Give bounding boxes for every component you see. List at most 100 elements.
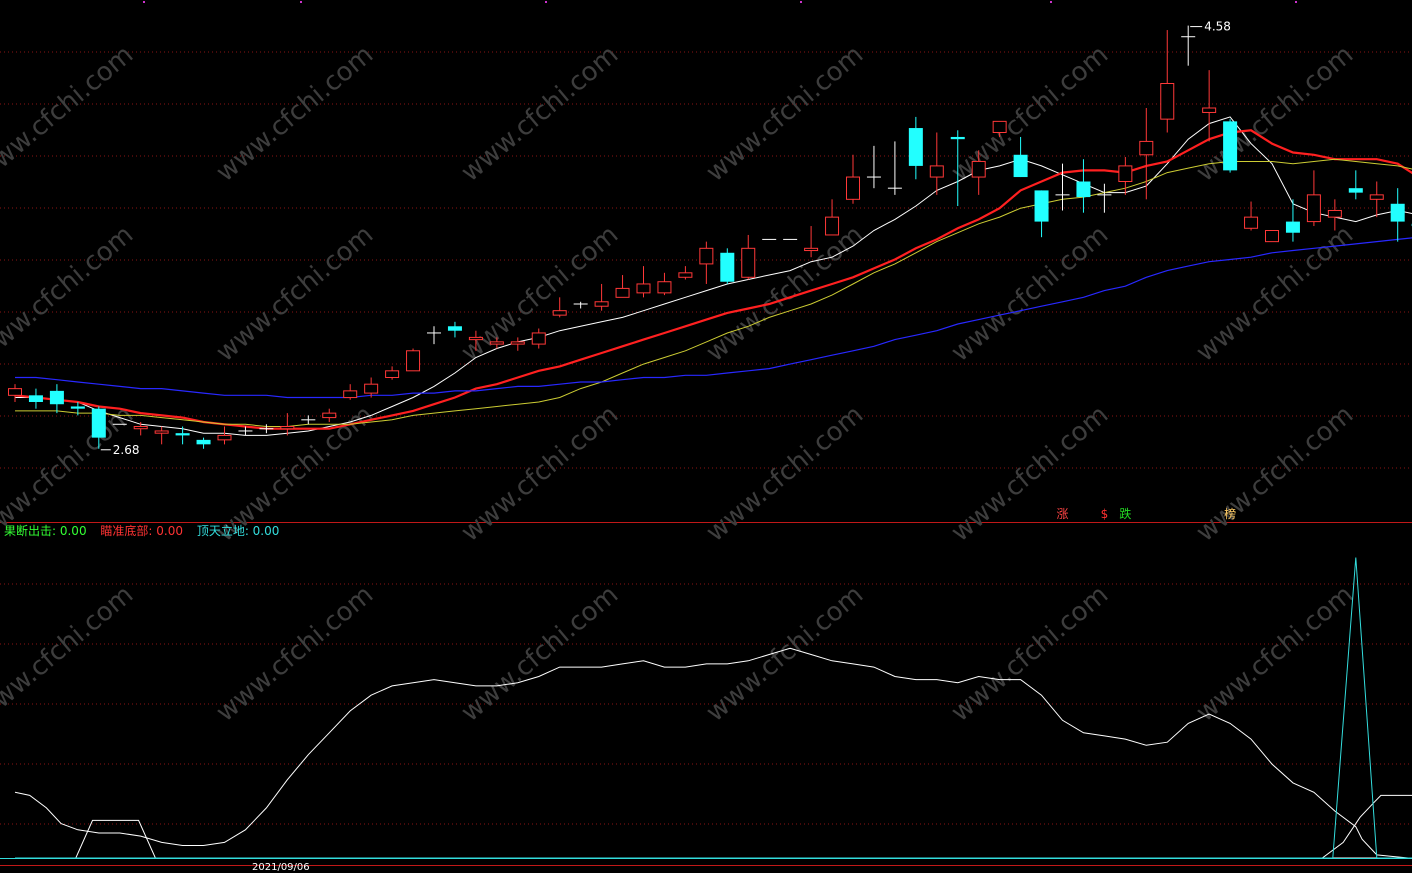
candle[interactable] <box>574 302 588 309</box>
candle[interactable] <box>407 349 420 371</box>
candle[interactable] <box>427 326 441 344</box>
candle[interactable] <box>386 366 399 379</box>
candle-body <box>1286 222 1300 233</box>
watermark-text: www.cfchi.com <box>701 220 870 368</box>
candle[interactable] <box>1245 202 1258 231</box>
candle-body <box>1014 155 1028 177</box>
legend-miaozhun-dibu: 瞄准底部: 0.00 <box>100 524 183 538</box>
candle[interactable] <box>1223 119 1237 172</box>
candle-body <box>344 391 357 398</box>
candle[interactable] <box>344 384 357 400</box>
candle-body <box>847 177 860 199</box>
candle-body <box>92 409 106 438</box>
candle[interactable] <box>720 248 734 284</box>
candle-body <box>972 161 985 177</box>
candle-body <box>1035 190 1049 221</box>
candle[interactable] <box>826 199 839 235</box>
candle[interactable] <box>637 266 650 297</box>
candle-body <box>218 435 231 439</box>
candle[interactable] <box>1349 170 1363 199</box>
ma-line-2 <box>15 159 1412 426</box>
candle[interactable] <box>1203 70 1216 141</box>
candle[interactable] <box>50 384 64 413</box>
candle[interactable] <box>1097 184 1111 213</box>
candle-body <box>365 384 378 393</box>
candle[interactable] <box>616 275 629 297</box>
candle[interactable] <box>9 384 22 402</box>
candle[interactable] <box>1266 231 1279 242</box>
candle-body <box>197 440 211 444</box>
candle-body <box>281 427 294 429</box>
candle-body <box>134 427 147 429</box>
candle[interactable] <box>176 427 190 445</box>
candle[interactable] <box>679 266 692 279</box>
candle[interactable] <box>1035 190 1049 237</box>
candle[interactable] <box>909 117 923 179</box>
candle-body <box>448 326 462 330</box>
candle[interactable] <box>1076 159 1090 212</box>
candle[interactable] <box>847 155 860 204</box>
candle-body <box>805 248 818 250</box>
candle[interactable] <box>1161 30 1174 132</box>
indicator-line-2 <box>15 795 1412 858</box>
watermark-text: www.cfchi.com <box>946 580 1115 728</box>
watermark-text: www.cfchi.com <box>1191 400 1360 548</box>
watermark-text: www.cfchi.com <box>0 580 139 728</box>
top-marker-dot <box>545 1 547 3</box>
candle-body <box>50 391 64 404</box>
candle[interactable] <box>365 378 378 398</box>
candle[interactable] <box>532 329 545 349</box>
watermark-text: www.cfchi.com <box>0 220 139 368</box>
candle[interactable] <box>1181 26 1195 66</box>
watermark-text: www.cfchi.com <box>456 580 625 728</box>
main-price-panel[interactable]: 4.582.68涨$跌榜 <box>9 20 1412 521</box>
candle-body <box>1266 231 1279 242</box>
watermark-text: www.cfchi.com <box>456 400 625 548</box>
watermark-text: www.cfchi.com <box>1191 580 1360 728</box>
candle[interactable] <box>658 273 671 295</box>
candle-body <box>155 431 168 433</box>
candle-body <box>679 273 692 277</box>
candle[interactable] <box>511 337 524 350</box>
legend-guoduan-chuji: 果断出击: 0.00 <box>4 524 87 538</box>
candle[interactable] <box>1307 170 1320 226</box>
candle-body <box>720 253 734 282</box>
candle[interactable] <box>1391 188 1405 241</box>
candle-body <box>595 302 608 306</box>
watermark-text: www.cfchi.com <box>0 40 139 188</box>
candle[interactable] <box>742 235 755 280</box>
candle-body <box>1140 141 1153 154</box>
candle-body <box>993 121 1006 132</box>
indicator-line-0 <box>15 648 1412 858</box>
candle[interactable] <box>197 438 211 449</box>
candle-body <box>1161 84 1174 120</box>
candle-body <box>29 395 43 402</box>
candle[interactable] <box>281 413 294 435</box>
candle[interactable] <box>1370 182 1383 218</box>
candle-body <box>176 433 190 435</box>
stock-chart[interactable]: www.cfchi.com www.cfchi.com www.cfchi.com w… <box>0 0 1412 869</box>
candle[interactable] <box>867 146 881 188</box>
candle[interactable] <box>888 141 902 194</box>
candle[interactable] <box>301 415 315 424</box>
candle-body <box>930 166 943 177</box>
top-marker-dot <box>1050 1 1052 3</box>
candle-body <box>323 413 336 417</box>
watermark-text: www.cfchi.com <box>456 220 625 368</box>
watermark-text: www.cfchi.com <box>211 220 380 368</box>
signal-marker: 跌 <box>1119 506 1131 521</box>
candle[interactable] <box>700 242 713 284</box>
candle[interactable] <box>323 409 336 422</box>
candle-body <box>909 128 923 166</box>
candle[interactable] <box>155 427 168 445</box>
candle[interactable] <box>1056 164 1070 211</box>
candle[interactable] <box>218 427 231 445</box>
candle[interactable] <box>29 389 43 409</box>
signal-marker: $ <box>1101 507 1109 521</box>
candle[interactable] <box>1140 108 1153 199</box>
candle-body <box>658 282 671 293</box>
candle[interactable] <box>448 322 462 338</box>
candle[interactable] <box>595 284 608 311</box>
candle-body <box>407 351 420 371</box>
candle[interactable] <box>930 133 943 195</box>
